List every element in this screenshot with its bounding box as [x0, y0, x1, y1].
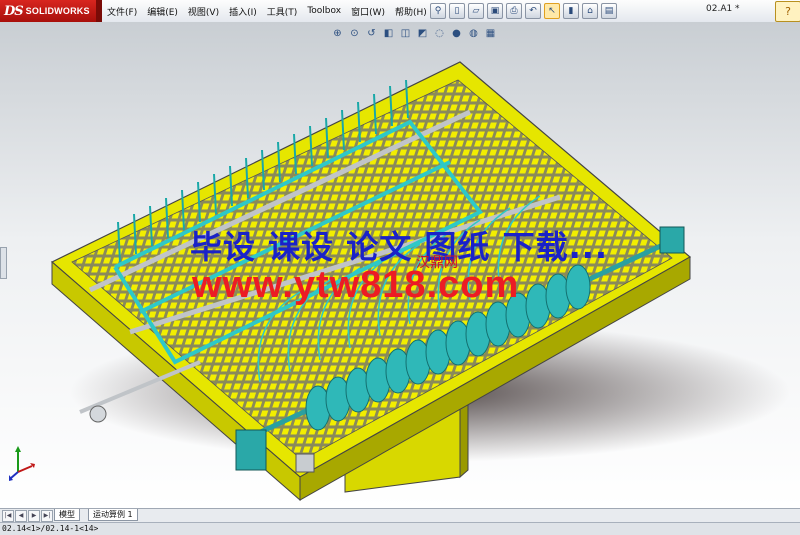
bearing-block-left: [235, 429, 267, 471]
axis-triad-icon: [9, 446, 35, 481]
tab-model[interactable]: 模型: [54, 509, 80, 521]
lever-eye: [89, 405, 107, 423]
pin-icon[interactable]: ⚲: [430, 3, 446, 19]
options-icon[interactable]: ▤: [601, 3, 617, 19]
first-tab-icon[interactable]: |◀: [2, 510, 14, 522]
print-icon[interactable]: ⎙: [506, 3, 522, 19]
watermark-line-1: 毕设 课设 论文 图纸 下载...: [190, 228, 609, 266]
save-icon[interactable]: ▣: [487, 3, 503, 19]
menu-file[interactable]: 文件(F): [102, 5, 142, 18]
standard-toolbar: ⚲ ▯ ▱ ▣ ⎙ ↶ ↖ ▮ ⌂ ▤: [430, 2, 617, 20]
watermark-url: www.ytw818.com: [192, 264, 520, 306]
prev-tab-icon[interactable]: ◀: [15, 510, 27, 522]
main-menu: 文件(F) 编辑(E) 视图(V) 插入(I) 工具(T) Toolbox 窗口…: [102, 0, 432, 22]
menu-edit[interactable]: 编辑(E): [142, 5, 183, 18]
menu-insert[interactable]: 插入(I): [224, 5, 262, 18]
file-properties-icon[interactable]: ⌂: [582, 3, 598, 19]
tab-motion-study[interactable]: 运动算例 1: [88, 509, 138, 521]
last-tab-icon[interactable]: ▶|: [41, 510, 53, 522]
rebuild-icon[interactable]: ▮: [563, 3, 579, 19]
menu-bar: DS SOLIDWORKS 文件(F) 编辑(E) 视图(V) 插入(I) 工具…: [0, 0, 800, 23]
undo-icon[interactable]: ↶: [525, 3, 541, 19]
menu-toolbox[interactable]: Toolbox: [302, 6, 346, 16]
menu-view[interactable]: 视图(V): [183, 5, 224, 18]
help-search-button[interactable]: ?: [775, 1, 800, 22]
ds-logo-icon: DS: [4, 3, 24, 19]
tab-scroll-arrows: |◀ ◀ ▶ ▶|: [2, 510, 53, 522]
solidworks-logo[interactable]: DS SOLIDWORKS: [0, 0, 96, 22]
status-bar: 02.14<1>/02.14-1<14>: [0, 522, 800, 535]
open-icon[interactable]: ▱: [468, 3, 484, 19]
menu-window[interactable]: 窗口(W): [346, 5, 390, 18]
logo-wordmark: SOLIDWORKS: [25, 6, 90, 16]
corner-bracket: [295, 453, 315, 473]
status-text: 02.14<1>/02.14-1<14>: [2, 524, 99, 533]
next-tab-icon[interactable]: ▶: [28, 510, 40, 522]
bearing-block-right: [659, 226, 685, 254]
graphics-area[interactable]: ⊕ ⊙ ↺ ◧ ◫ ◩ ◌ ● ◍ ▦ 毕设 课设 论文 图纸 下载... 汉鼎…: [0, 22, 800, 508]
new-document-icon[interactable]: ▯: [449, 3, 465, 19]
document-title: 02.A1 *: [706, 4, 740, 14]
document-tab-strip: |◀ ◀ ▶ ▶| 模型 运动算例 1: [0, 508, 800, 522]
menu-tools[interactable]: 工具(T): [262, 5, 303, 18]
menu-help[interactable]: 帮助(H): [390, 5, 432, 18]
select-arrow-icon[interactable]: ↖: [544, 3, 560, 19]
